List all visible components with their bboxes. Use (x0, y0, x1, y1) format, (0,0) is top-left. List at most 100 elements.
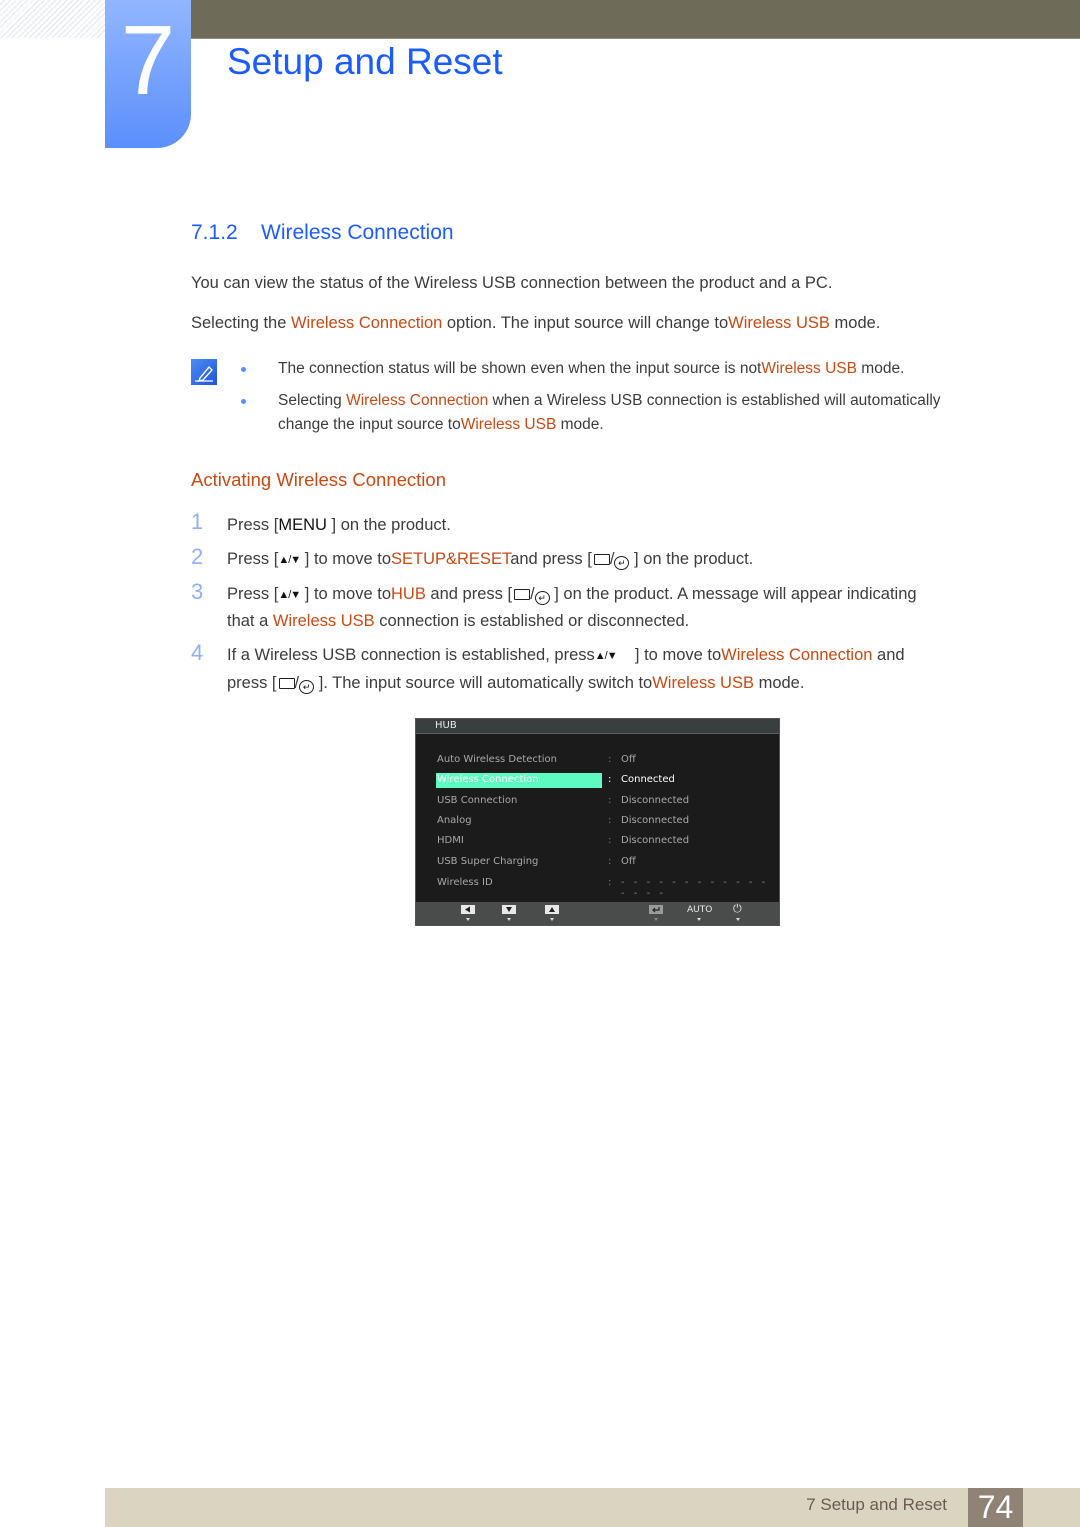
highlight-wireless-connection: Wireless Connection (346, 392, 489, 409)
step-3: Press [▲/▼ ] to move toHUB and press [/ ↵… (227, 583, 917, 606)
intro-paragraph-1: You can view the status of the Wireless … (191, 274, 833, 292)
osd-row-hdmi[interactable]: HDMI : Disconnected (416, 834, 779, 850)
highlight-wireless-usb: Wireless USB (652, 674, 754, 692)
auto-button[interactable]: AUTO (687, 905, 712, 915)
osd-row-wireless-connection[interactable]: Wireless Connection : Connected (416, 773, 779, 789)
sub-heading: Activating Wireless Connection (191, 469, 446, 490)
header-bar (190, 0, 1080, 39)
enter-icon: ↵ (299, 680, 315, 694)
osd-row-value: Disconnected (621, 815, 690, 826)
osd-row-wireless-id[interactable]: Wireless ID : - - - - - - - - - - - - - … (416, 876, 779, 899)
down-arrow-icon[interactable] (502, 905, 516, 914)
osd-row-label: Wireless Connection (437, 774, 539, 785)
text: ] on the product. (326, 516, 451, 534)
text: mode. (556, 416, 604, 433)
highlight-wireless-usb: Wireless USB (761, 360, 857, 377)
text: Press [ (227, 550, 279, 568)
text: ] to move to (300, 585, 391, 603)
menu-key: MENU (278, 516, 327, 534)
osd-row-value: Connected (621, 774, 675, 785)
text: option. The input source will change to (442, 314, 729, 332)
osd-row-label: Wireless ID (437, 877, 493, 888)
text: Press [ (227, 516, 279, 534)
osd-row-value: - - - - - - - - - - - - - - - - (621, 877, 769, 899)
note-item-2-line-2: change the input source toWireless USB m… (278, 414, 604, 436)
step-number: 2 (191, 544, 204, 569)
text: that a (227, 612, 273, 630)
osd-row-label: HDMI (437, 835, 464, 846)
power-icon[interactable]: ⏻ (733, 903, 742, 916)
osd-header: HUB (416, 719, 779, 734)
button-marker (654, 918, 658, 921)
text: ] on the product. A message will appear … (549, 585, 917, 603)
text: Press [ (227, 585, 279, 603)
bullet-icon (241, 399, 246, 404)
osd-colon: : (608, 877, 612, 888)
note-pencil-icon (191, 359, 217, 385)
osd-row-label: USB Connection (437, 795, 518, 806)
header-hatch-decoration (0, 0, 105, 38)
osd-colon: : (608, 795, 612, 806)
highlight-wireless-connection: Wireless Connection (721, 646, 873, 664)
note-item-2: Selecting Wireless Connection when a Wir… (278, 390, 941, 412)
highlight-hub: HUB (391, 585, 426, 603)
step-1: Press [MENU ] on the product. (227, 514, 451, 536)
osd-row-value: Off (621, 754, 636, 765)
osd-colon: : (608, 774, 612, 785)
chapter-title: Setup and Reset (227, 41, 503, 82)
step-2: Press [▲/▼ ] to move toSETUP&RESETand pr… (227, 548, 753, 571)
osd-colon: : (608, 856, 612, 867)
osd-title: HUB (435, 720, 457, 731)
osd-button-bar: AUTO ⏻ (416, 902, 779, 925)
osd-hub-menu: HUB Auto Wireless Detection : Off Wirele… (415, 718, 780, 926)
highlight-wireless-usb: Wireless USB (460, 416, 557, 433)
text: mode. (829, 314, 881, 332)
chapter-number: 7 (120, 5, 176, 115)
left-arrow-icon[interactable] (461, 905, 475, 914)
step-number: 4 (191, 640, 204, 665)
highlight-wireless-connection: Wireless Connection (290, 314, 443, 332)
text: Selecting (278, 392, 347, 409)
enter-icon: ↵ (614, 556, 630, 570)
text: when a Wireless USB connection is establ… (488, 392, 941, 409)
note-item-1: The connection status will be shown even… (278, 358, 904, 380)
source-icon (593, 554, 610, 565)
source-icon (514, 589, 531, 600)
text: ] to move to (300, 550, 391, 568)
up-down-arrow-icon: ▲/▼ (278, 589, 301, 601)
button-marker (466, 918, 470, 921)
osd-row-analog[interactable]: Analog : Disconnected (416, 814, 779, 830)
text: mode. (856, 360, 905, 377)
button-marker (736, 918, 740, 921)
enter-icon[interactable] (649, 905, 663, 914)
text: ] to move to (616, 646, 722, 664)
button-marker (697, 918, 701, 921)
osd-row-usb-connection[interactable]: USB Connection : Disconnected (416, 794, 779, 810)
highlight-wireless-usb: Wireless USB (272, 612, 375, 630)
up-down-arrow-icon: ▲/▼ (278, 554, 301, 566)
osd-row-value: Disconnected (621, 795, 690, 806)
highlight-setup-reset: SETUP&RESET (391, 550, 511, 568)
text: If a Wireless USB connection is establis… (227, 646, 595, 664)
step-number: 3 (191, 579, 204, 604)
up-arrow-icon[interactable] (545, 905, 559, 914)
step-4-line-2: press [/ ↵ ]. The input source will autom… (227, 674, 805, 694)
osd-row-auto-wireless-detection[interactable]: Auto Wireless Detection : Off (416, 753, 779, 769)
button-marker (550, 918, 554, 921)
osd-row-value: Off (621, 856, 636, 867)
page-number: 74 (968, 1488, 1023, 1527)
text: and (872, 646, 905, 664)
osd-row-label: Auto Wireless Detection (437, 754, 557, 765)
section-title: Wireless Connection (261, 221, 454, 244)
text: Selecting the (191, 314, 291, 332)
osd-colon: : (608, 835, 612, 846)
osd-colon: : (608, 754, 612, 765)
osd-row-usb-super-charging[interactable]: USB Super Charging : Off (416, 855, 779, 871)
text: ]. The input source will automatically s… (314, 674, 653, 692)
text: mode. (753, 674, 805, 692)
bullet-icon (241, 367, 246, 372)
step-3-line-2: that a Wireless USB connection is establ… (227, 610, 689, 632)
osd-row-label: Analog (437, 815, 472, 826)
text: press [ (227, 674, 277, 692)
text: and press [ (510, 550, 592, 568)
